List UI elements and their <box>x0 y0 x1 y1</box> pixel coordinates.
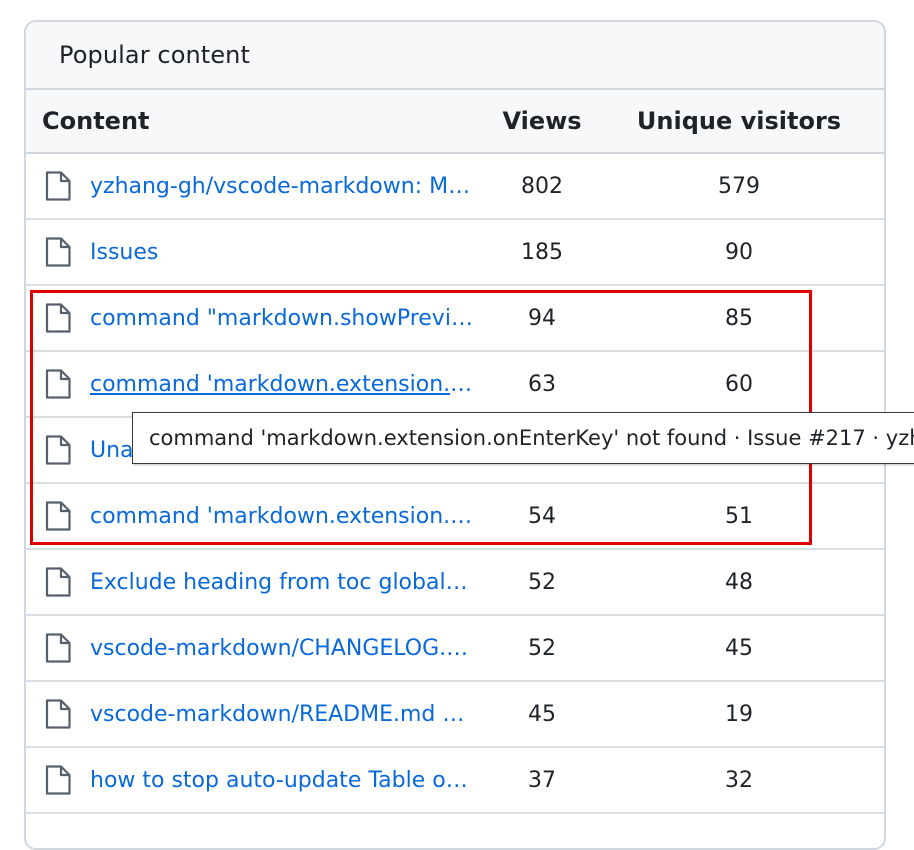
content-cell: vscode-markdown/CHANGELOG.… <box>26 632 482 664</box>
views-cell: 45 <box>528 701 556 727</box>
table-row: Exclude heading from toc globally … 52 48 <box>26 550 884 616</box>
column-header-content: Content <box>42 107 150 135</box>
views-cell: 94 <box>528 305 556 331</box>
unique-visitors-cell: 32 <box>725 767 753 793</box>
views-cell: 52 <box>528 569 556 595</box>
content-link[interactable]: how to stop auto-update Table of … <box>90 768 473 793</box>
table-row: vscode-markdown/CHANGELOG.… 52 45 <box>26 616 884 682</box>
views-cell: 52 <box>528 635 556 661</box>
content-cell: command 'markdown.extension.o… <box>26 500 482 532</box>
column-header-unique-visitors: Unique visitors <box>636 107 842 135</box>
content-link[interactable]: Exclude heading from toc globally … <box>90 570 473 595</box>
panel-header: Popular content <box>26 22 884 90</box>
unique-visitors-cell: 90 <box>725 239 753 265</box>
content-link[interactable]: vscode-markdown/README.md at… <box>90 702 473 727</box>
content-cell: vscode-markdown/README.md at… <box>26 698 482 730</box>
file-icon <box>44 236 72 268</box>
file-icon <box>44 302 72 334</box>
views-cell: 37 <box>528 767 556 793</box>
views-cell: 185 <box>521 239 563 265</box>
unique-visitors-cell: 85 <box>725 305 753 331</box>
table-row: command 'markdown.extension.o… 54 51 <box>26 484 884 550</box>
content-cell: command 'markdown.extension.o… <box>26 368 482 400</box>
content-link[interactable]: Issues <box>90 240 473 265</box>
content-cell: yzhang-gh/vscode-markdown: Ma… <box>26 170 482 202</box>
table-row: command 'markdown.extension.o… 63 60 <box>26 352 884 418</box>
file-icon <box>44 434 72 466</box>
content-link[interactable]: vscode-markdown/CHANGELOG.… <box>90 636 473 661</box>
content-cell: Exclude heading from toc globally … <box>26 566 482 598</box>
views-cell: 63 <box>528 371 556 397</box>
views-cell: 802 <box>521 173 563 199</box>
file-icon <box>44 170 72 202</box>
table-header: Content Views Unique visitors <box>26 90 884 154</box>
file-icon <box>44 566 72 598</box>
content-cell: Issues <box>26 236 482 268</box>
file-icon <box>44 500 72 532</box>
content-link[interactable]: yzhang-gh/vscode-markdown: Ma… <box>90 174 473 199</box>
unique-visitors-cell: 60 <box>725 371 753 397</box>
file-icon <box>44 698 72 730</box>
content-link[interactable]: command "markdown.showPrevie… <box>90 306 473 331</box>
file-icon <box>44 368 72 400</box>
content-cell: command "markdown.showPrevie… <box>26 302 482 334</box>
table-row: vscode-markdown/README.md at… 45 19 <box>26 682 884 748</box>
unique-visitors-cell: 48 <box>725 569 753 595</box>
panel-title: Popular content <box>59 41 251 69</box>
table-row: Issues 185 90 <box>26 220 884 286</box>
column-header-views: Views <box>502 107 582 135</box>
table-body: yzhang-gh/vscode-markdown: Ma… 802 579 Issu… <box>26 154 884 814</box>
table-row: how to stop auto-update Table of … 37 32 <box>26 748 884 814</box>
views-cell: 54 <box>528 503 556 529</box>
unique-visitors-cell: 45 <box>725 635 753 661</box>
tooltip: command 'markdown.extension.onEnterKey' … <box>132 412 914 464</box>
unique-visitors-cell: 51 <box>725 503 753 529</box>
table-row: yzhang-gh/vscode-markdown: Ma… 802 579 <box>26 154 884 220</box>
tooltip-text: command 'markdown.extension.onEnterKey' … <box>149 426 914 450</box>
file-icon <box>44 632 72 664</box>
file-icon <box>44 764 72 796</box>
content-cell: how to stop auto-update Table of … <box>26 764 482 796</box>
unique-visitors-cell: 579 <box>718 173 760 199</box>
content-link[interactable]: command 'markdown.extension.o… <box>90 504 473 529</box>
table-row: command "markdown.showPrevie… 94 85 <box>26 286 884 352</box>
content-link[interactable]: command 'markdown.extension.o… <box>90 372 473 397</box>
unique-visitors-cell: 19 <box>725 701 753 727</box>
